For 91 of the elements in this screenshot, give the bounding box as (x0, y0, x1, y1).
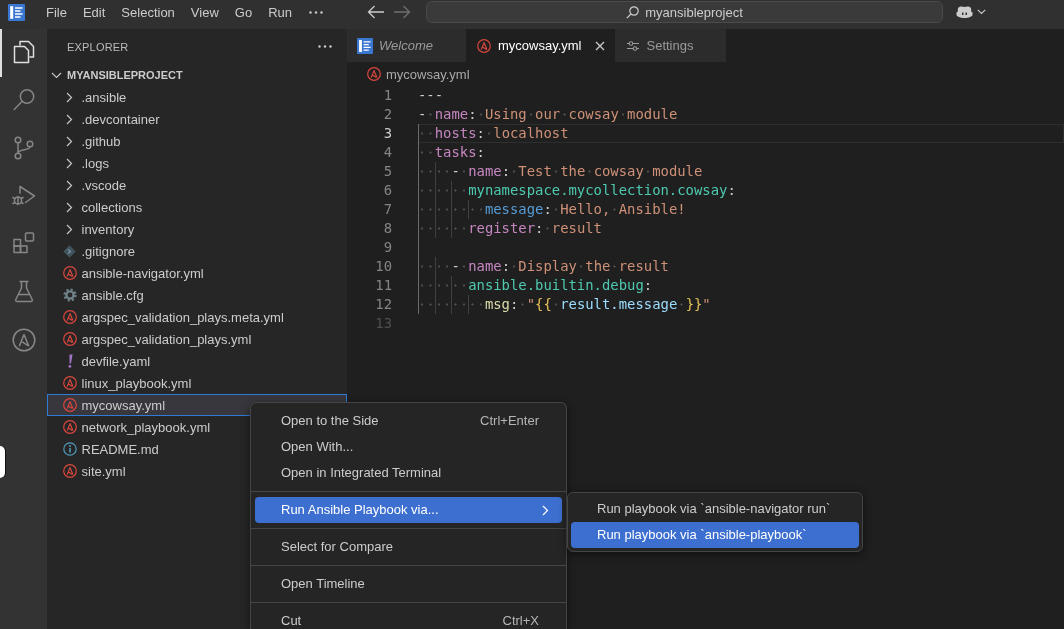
explorer-folder[interactable]: .ansible (47, 86, 347, 108)
edge-handle[interactable] (0, 446, 5, 478)
circled-a-icon[interactable] (11, 328, 36, 352)
circled-a-icon (62, 420, 77, 434)
menu-bar-item[interactable]: Run (260, 1, 300, 23)
explorer-entry[interactable]: linux_playbook.yml (47, 372, 347, 394)
line-number: 4 (382, 143, 392, 162)
explorer-entry[interactable]: devfile.yaml (47, 350, 347, 372)
code-line: message: Hello, Ansible! (418, 200, 686, 219)
menu-bar-item[interactable]: File (38, 1, 75, 23)
line-number: 11 (374, 276, 392, 295)
line-number: 10 (374, 257, 392, 276)
menu-bar-item[interactable]: View (182, 1, 227, 23)
line-number: 2 (382, 105, 392, 124)
chevron-down-icon[interactable] (977, 9, 986, 15)
menu-bar-item[interactable]: Go (226, 1, 261, 23)
code-line: tasks: (418, 143, 485, 162)
close-icon[interactable] (594, 40, 605, 51)
sidebar-title: EXPLORER (67, 40, 129, 53)
source-control-icon[interactable] (13, 136, 34, 160)
explorer-entry[interactable]: argspec_validation_plays.meta.yml (47, 306, 347, 328)
line-number: 7 (382, 200, 392, 219)
explorer-folder[interactable]: .devcontainer (47, 108, 347, 130)
circled-a-icon (476, 38, 491, 53)
context-menu-item[interactable]: Cut Ctrl+X (255, 608, 562, 629)
run-debug-icon[interactable] (11, 184, 36, 208)
circled-a-icon (62, 376, 77, 390)
line-number: 5 (382, 162, 392, 181)
line-number: 8 (382, 219, 392, 238)
breadcrumb-item[interactable]: mycowsay.yml (367, 66, 470, 82)
menu-bar-item[interactable]: Edit (74, 1, 114, 23)
sliders-icon (626, 40, 639, 51)
context-menu-item[interactable]: Open With... (255, 434, 562, 460)
explorer-entry[interactable]: ansible-navigator.yml (47, 262, 347, 284)
circled-a-icon (62, 464, 77, 478)
line-number: 1 (382, 86, 392, 105)
submenu-item[interactable]: Run playbook via `ansible-playbook` (571, 522, 859, 548)
project-folder-header[interactable]: MYANSIBLEPROJECT (47, 64, 347, 86)
editor-tab[interactable]: Settings (614, 29, 727, 62)
explorer-entry[interactable]: .gitignore (47, 240, 347, 262)
code-line: - name: Display the result (418, 257, 669, 276)
context-menu-item[interactable]: Open in Integrated Terminal (255, 460, 562, 486)
explorer-folder[interactable]: collections (47, 196, 347, 218)
circled-a-icon (62, 310, 77, 324)
explorer-entry[interactable]: ansible.cfg (47, 284, 347, 306)
line-number: 9 (382, 238, 392, 257)
keyboard-shortcut: Ctrl+X (502, 613, 539, 629)
info-icon (62, 442, 77, 456)
files-icon[interactable] (12, 40, 35, 64)
code-line: msg: "{{ result.message }}" (418, 295, 711, 314)
context-menu-item[interactable]: Run Ansible Playbook via... (255, 497, 562, 523)
gear-icon (62, 288, 77, 302)
keyboard-shortcut: Ctrl+Enter (480, 413, 539, 429)
search-icon (626, 5, 640, 19)
code-line: --- (418, 86, 444, 105)
more-icon[interactable] (318, 45, 332, 48)
chevron-right-icon (542, 504, 549, 516)
line-number: 6 (382, 181, 392, 200)
circled-a-icon (62, 266, 77, 280)
diamond-icon (63, 244, 76, 258)
context-menu-item[interactable]: Select for Compare (255, 534, 562, 560)
more-icon[interactable] (309, 10, 323, 14)
robot-icon[interactable] (956, 6, 973, 18)
line-number: 12 (374, 295, 392, 314)
explorer-entry[interactable]: argspec_validation_plays.yml (47, 328, 347, 350)
flask-icon[interactable] (13, 280, 34, 303)
submenu-item[interactable]: Run playbook via `ansible-navigator run` (571, 496, 859, 522)
circled-a-icon (62, 398, 77, 412)
circled-a-icon (367, 67, 381, 81)
document-logo-icon (357, 37, 373, 54)
line-number: 3 (382, 124, 392, 143)
context-menu-item[interactable]: Open Timeline (255, 571, 562, 597)
explorer-folder[interactable]: .logs (47, 152, 347, 174)
extensions-icon[interactable] (12, 232, 35, 254)
code-line: - name: Using our cowsay module (418, 105, 678, 124)
command-center[interactable]: myansibleproject (426, 1, 943, 23)
code-line: ansible.builtin.debug: (418, 276, 653, 295)
menu-bar-item[interactable]: Selection (113, 1, 183, 23)
back-arrow-icon[interactable] (367, 5, 385, 19)
circled-a-icon (62, 332, 77, 346)
exclamation-icon (66, 354, 73, 368)
explorer-folder[interactable]: .vscode (47, 174, 347, 196)
code-line: register: result (418, 219, 602, 238)
explorer-folder[interactable]: .github (47, 130, 347, 152)
explorer-folder[interactable]: inventory (47, 218, 347, 240)
editor-tab[interactable]: Welcome (347, 29, 466, 62)
code-line: - name: Test the cowsay module (418, 162, 703, 181)
code-line: mynamespace.mycollection.cowsay: (418, 181, 736, 200)
app-logo-icon (8, 3, 25, 21)
code-line: hosts: localhost (418, 124, 569, 143)
search-icon[interactable] (12, 88, 35, 111)
